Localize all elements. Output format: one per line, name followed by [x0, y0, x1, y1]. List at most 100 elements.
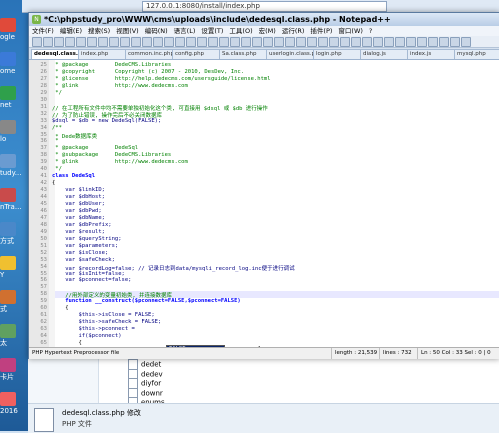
- toolbar-button-icon[interactable]: [208, 37, 218, 47]
- code-line[interactable]: * @package DedeSql: [52, 145, 138, 151]
- toolbar-button-icon[interactable]: [274, 37, 284, 47]
- toolbar-button-icon[interactable]: [252, 37, 262, 47]
- desktop-shortcut[interactable]: net: [0, 86, 22, 109]
- toolbar-button-icon[interactable]: [362, 37, 372, 47]
- toolbar-button-icon[interactable]: [296, 37, 306, 47]
- code-line[interactable]: var $parameters;: [52, 243, 118, 249]
- desktop-shortcut[interactable]: ogle: [0, 18, 22, 41]
- code-line[interactable]: var $isClose;: [52, 250, 108, 256]
- toolbar-button-icon[interactable]: [98, 37, 108, 47]
- desktop-shortcut[interactable]: nTra...: [0, 188, 22, 211]
- toolbar-button-icon[interactable]: [109, 37, 119, 47]
- code-line[interactable]: * @link http://www.dedecms.com: [52, 159, 188, 165]
- toolbar-button-icon[interactable]: [230, 37, 240, 47]
- address-bar[interactable]: 127.0.0.1:8080/install/index.php: [142, 1, 387, 12]
- desktop-shortcut[interactable]: tudy...: [0, 154, 22, 177]
- toolbar-button-icon[interactable]: [384, 37, 394, 47]
- file-tab[interactable]: login.php: [313, 49, 361, 59]
- desktop-shortcut[interactable]: 式: [0, 290, 22, 313]
- toolbar-button-icon[interactable]: [417, 37, 427, 47]
- toolbar-button-icon[interactable]: [164, 37, 174, 47]
- toolbar-button-icon[interactable]: [340, 37, 350, 47]
- menu-item[interactable]: 编辑(E): [60, 27, 82, 35]
- code-line[interactable]: $this->pconnect =: [52, 326, 138, 332]
- toolbar-button-icon[interactable]: [54, 37, 64, 47]
- toolbar-button-icon[interactable]: [76, 37, 86, 47]
- toolbar-button-icon[interactable]: [428, 37, 438, 47]
- desktop-shortcut[interactable]: ome: [0, 52, 22, 75]
- code-line[interactable]: {: [52, 305, 69, 311]
- code-line[interactable]: var $dbUser;: [52, 201, 105, 207]
- toolbar-button-icon[interactable]: [32, 37, 42, 47]
- title-bar[interactable]: N *C:\phpstudy_pro\WWW\cms\uploads\inclu…: [29, 13, 499, 26]
- code-line[interactable]: $this->safeCheck = FALSE;: [52, 319, 161, 325]
- code-line[interactable]: $dsql = $db = new DedeSql(FALSE);: [52, 118, 161, 124]
- menu-item[interactable]: ?: [369, 27, 372, 35]
- toolbar-button-icon[interactable]: [153, 37, 163, 47]
- toolbar-button-icon[interactable]: [263, 37, 273, 47]
- menu-item[interactable]: 文件(F): [32, 27, 54, 35]
- code-line[interactable]: * @copyright Copyright (c) 2007 - 2010, …: [52, 69, 244, 75]
- toolbar-button-icon[interactable]: [373, 37, 383, 47]
- code-line[interactable]: class DedeSql: [52, 173, 95, 179]
- toolbar-button-icon[interactable]: [439, 37, 449, 47]
- toolbar-button-icon[interactable]: [406, 37, 416, 47]
- toolbar-button-icon[interactable]: [307, 37, 317, 47]
- file-tab[interactable]: userlogin.class.php: [266, 49, 314, 59]
- desktop-shortcut[interactable]: 太: [0, 324, 22, 347]
- desktop-shortcut[interactable]: lo: [0, 120, 22, 143]
- file-tab[interactable]: index.php: [78, 49, 126, 59]
- file-tab[interactable]: dedesql.class.php: [31, 49, 79, 59]
- code-line[interactable]: var $dbHost;: [52, 194, 105, 200]
- code-line[interactable]: var $queryString;: [52, 236, 122, 242]
- code-line[interactable]: var $dbPrefix;: [52, 222, 112, 228]
- code-line[interactable]: if($pconnect): [52, 333, 122, 339]
- desktop-shortcut[interactable]: 方式: [0, 222, 22, 245]
- code-line[interactable]: */: [52, 166, 62, 172]
- toolbar-button-icon[interactable]: [186, 37, 196, 47]
- toolbar-button-icon[interactable]: [65, 37, 75, 47]
- code-line[interactable]: {: [52, 340, 82, 346]
- menu-item[interactable]: 插件(P): [310, 27, 332, 35]
- toolbar-button-icon[interactable]: [219, 37, 229, 47]
- toolbar-button-icon[interactable]: [395, 37, 405, 47]
- menu-item[interactable]: 宏(M): [259, 27, 276, 35]
- code-line[interactable]: var $pconnect=false;: [52, 277, 131, 283]
- code-line[interactable]: */: [52, 90, 62, 96]
- code-line[interactable]: var $linkID;: [52, 187, 105, 193]
- code-line[interactable]: /**: [52, 125, 62, 131]
- file-tab[interactable]: dialog.js: [360, 49, 408, 59]
- file-tab[interactable]: Sa.class.php: [219, 49, 267, 59]
- code-line[interactable]: var $result;: [52, 229, 105, 235]
- code-line[interactable]: $this->isClose = FALSE;: [52, 312, 155, 318]
- toolbar-button-icon[interactable]: [329, 37, 339, 47]
- menu-item[interactable]: 编码(N): [145, 27, 168, 35]
- code-line[interactable]: var $isInit=false;: [52, 271, 125, 277]
- code-line[interactable]: * @package DedeCMS.Libraries: [52, 62, 171, 68]
- code-line[interactable]: var $dbPwd;: [52, 208, 102, 214]
- toolbar-button-icon[interactable]: [197, 37, 207, 47]
- toolbar-button-icon[interactable]: [351, 37, 361, 47]
- file-tab[interactable]: mysql.php: [454, 49, 499, 59]
- file-tab[interactable]: config.php: [172, 49, 220, 59]
- code-line[interactable]: * @link http://www.dedecms.com: [52, 83, 188, 89]
- file-tab[interactable]: index.js: [407, 49, 455, 59]
- desktop-shortcut[interactable]: 卡片: [0, 358, 22, 381]
- toolbar-button-icon[interactable]: [461, 37, 471, 47]
- toolbar-button-icon[interactable]: [241, 37, 251, 47]
- toolbar-button-icon[interactable]: [142, 37, 152, 47]
- file-tab[interactable]: common.inc.php: [125, 49, 173, 59]
- code-line[interactable]: * Dede数据库类: [52, 132, 97, 140]
- toolbar-button-icon[interactable]: [318, 37, 328, 47]
- menu-item[interactable]: 工具(O): [229, 27, 252, 35]
- menu-item[interactable]: 语言(L): [174, 27, 196, 35]
- toolbar-button-icon[interactable]: [131, 37, 141, 47]
- code-line[interactable]: * @license http://help.dedecms.com/users…: [52, 76, 271, 82]
- desktop-shortcut[interactable]: 2016: [0, 392, 22, 415]
- toolbar-button-icon[interactable]: [450, 37, 460, 47]
- desktop-shortcut[interactable]: Y: [0, 256, 22, 279]
- menu-item[interactable]: 运行(R): [282, 27, 305, 35]
- code-line[interactable]: var $safeCheck;: [52, 257, 115, 263]
- toolbar-button-icon[interactable]: [285, 37, 295, 47]
- code-line[interactable]: var $dbName;: [52, 215, 105, 221]
